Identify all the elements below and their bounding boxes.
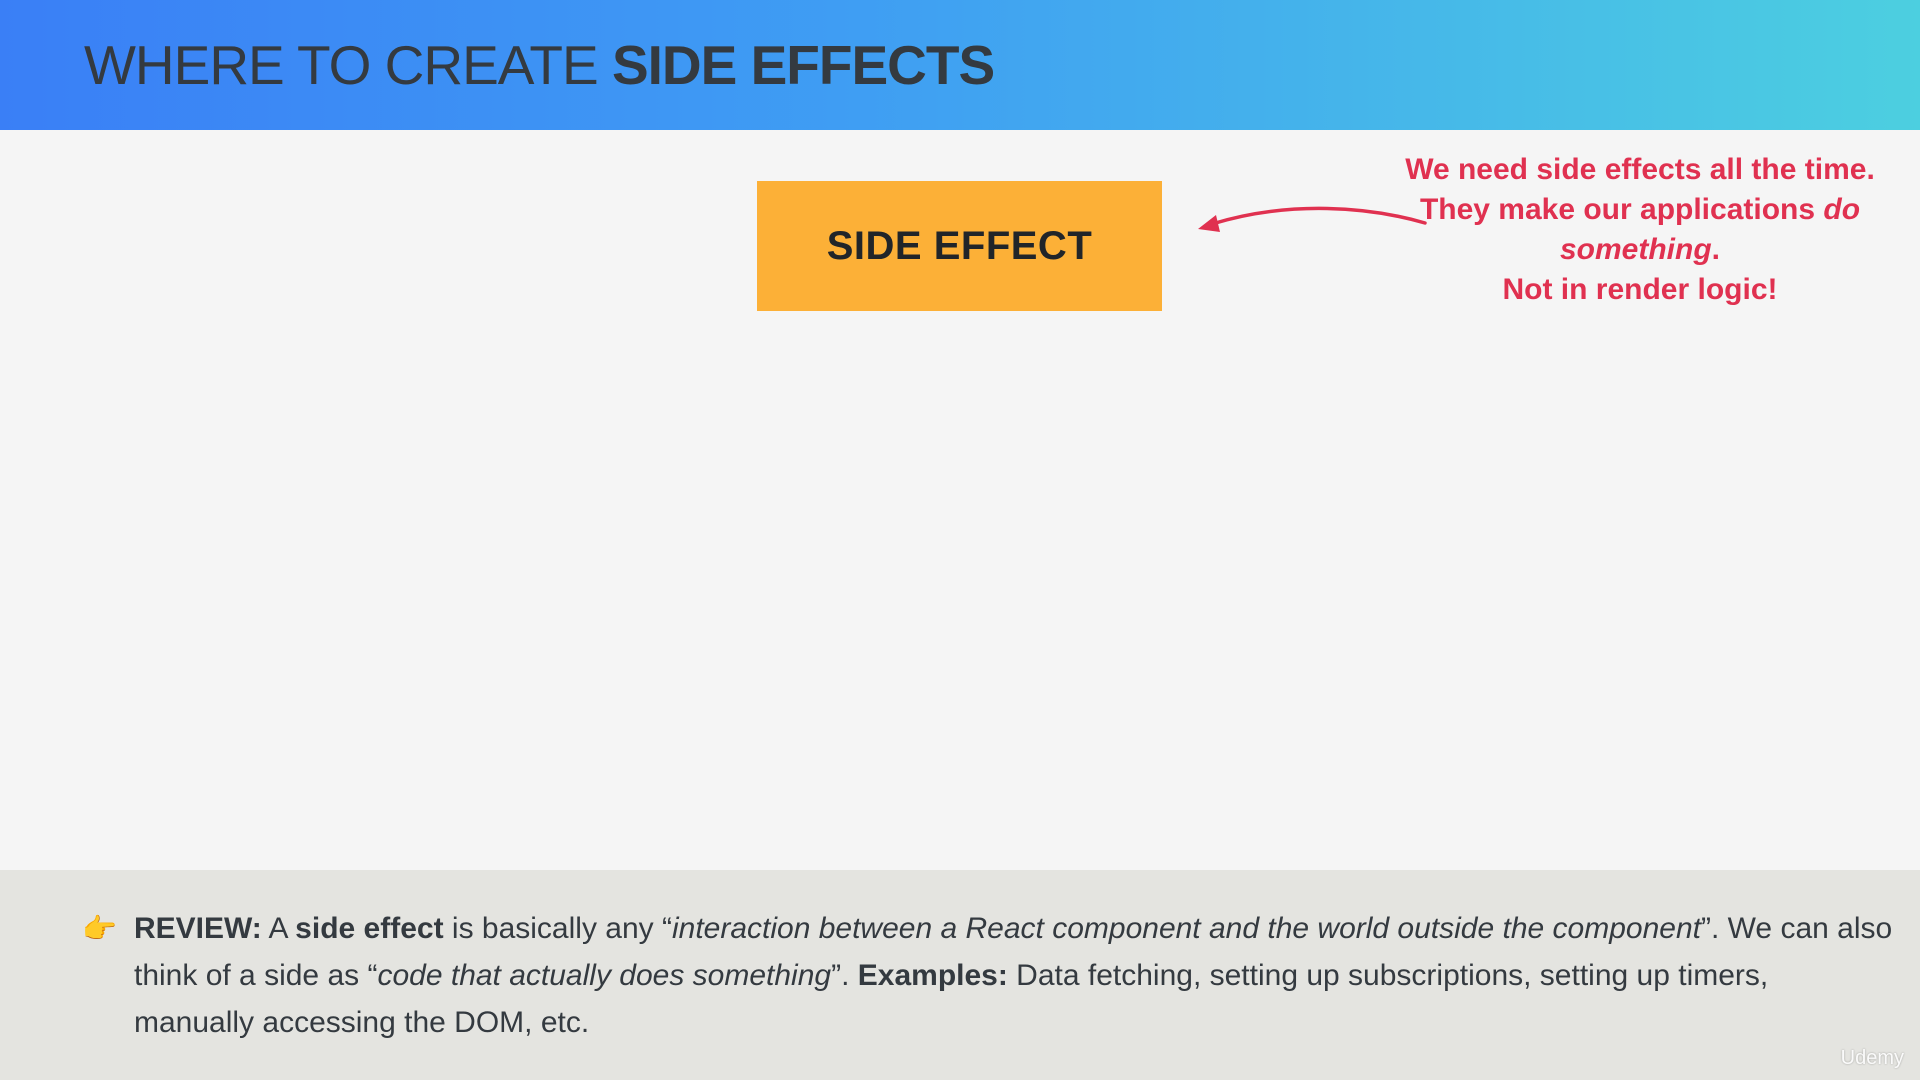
review-bold1: side effect	[295, 912, 444, 945]
side-effect-box: SIDE EFFECT	[757, 181, 1162, 311]
title-bold: SIDE EFFECTS	[611, 34, 995, 96]
review-ital2: code that actually does something	[377, 959, 832, 992]
review-bold2: Examples:	[857, 959, 1008, 992]
note-not: Not	[1502, 273, 1553, 306]
review-label: REVIEW:	[134, 912, 262, 945]
review-t4: ”.	[831, 959, 858, 992]
review-ital1: interaction between a React component an…	[671, 912, 1701, 945]
review-text: REVIEW: A side effect is basically any “…	[134, 905, 1894, 1046]
note-line: We need side effects all the time. They …	[1405, 153, 1875, 226]
review-t2: is basically any “	[443, 912, 672, 945]
page-title: WHERE TO CREATE SIDE EFFECTS	[84, 32, 995, 98]
note-rest: in render logic!	[1552, 273, 1778, 306]
note-period: .	[1711, 233, 1720, 266]
udemy-watermark: Udemy	[1840, 1047, 1904, 1069]
header-banner: WHERE TO CREATE SIDE EFFECTS	[0, 0, 1920, 130]
curved-arrow-icon	[1198, 206, 1427, 232]
pointing-hand-icon: 👉	[82, 913, 117, 944]
annotation-note: We need side effects all the time. They …	[1400, 150, 1880, 310]
review-t1: A	[261, 912, 296, 945]
side-effect-label: SIDE EFFECT	[826, 223, 1093, 268]
title-light: WHERE TO CREATE	[84, 34, 612, 96]
